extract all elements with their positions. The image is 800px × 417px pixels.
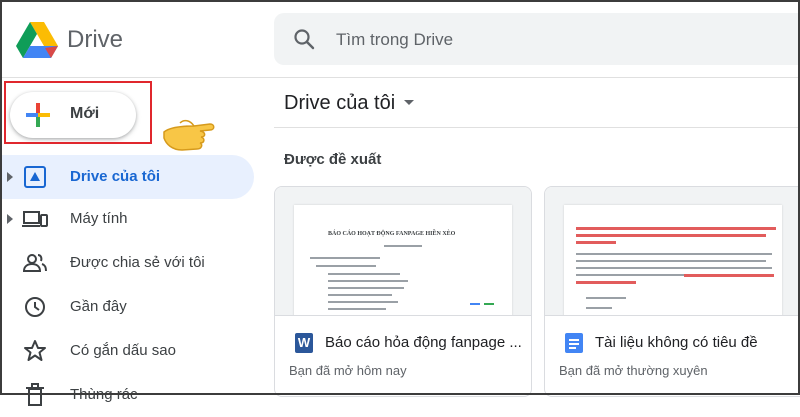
pointing-hand-icon <box>163 119 215 151</box>
preview-title: BÁO CÁO HOẠT ĐỘNG FANPAGE HIỀN XÈO <box>328 231 456 237</box>
sidebar-item-computers[interactable]: Máy tính <box>0 197 256 241</box>
document-preview <box>564 205 782 315</box>
sidebar-item-recent[interactable]: Gần đây <box>0 285 256 329</box>
suggested-section-label: Được đề xuất <box>284 151 382 168</box>
sidebar-item-label: Máy tính <box>70 210 128 227</box>
annotation-highlight-box <box>4 81 152 144</box>
my-drive-icon <box>24 166 46 188</box>
expand-arrow-icon[interactable] <box>7 214 13 224</box>
file-activity: Bạn đã mở thường xuyên <box>559 363 708 378</box>
google-docs-icon <box>565 333 583 353</box>
search-icon[interactable] <box>292 27 316 51</box>
file-thumbnail <box>545 187 800 316</box>
sidebar-item-label: Có gắn dấu sao <box>70 342 176 359</box>
star-icon <box>24 340 46 361</box>
file-card[interactable]: Tài liệu không có tiêu đề Bạn đã mở thườ… <box>544 186 800 397</box>
sidebar-item-label: Gần đây <box>70 298 127 315</box>
search-input[interactable] <box>334 27 758 53</box>
divider <box>274 127 800 128</box>
search-bar[interactable] <box>274 13 800 65</box>
sidebar-item-my-drive[interactable]: Drive của tôi <box>0 155 254 199</box>
file-thumbnail: BÁO CÁO HOẠT ĐỘNG FANPAGE HIỀN XÈO <box>275 187 531 316</box>
sidebar-item-label: Được chia sẻ với tôi <box>70 254 205 271</box>
document-preview: BÁO CÁO HOẠT ĐỘNG FANPAGE HIỀN XÈO <box>294 205 512 315</box>
file-card[interactable]: BÁO CÁO HOẠT ĐỘNG FANPAGE HIỀN XÈO W Báo… <box>274 186 532 397</box>
file-name: Báo cáo hỏa động fanpage ... <box>325 334 522 351</box>
top-bar: Drive <box>0 0 800 78</box>
sidebar-item-trash[interactable]: Thùng rác <box>0 373 256 417</box>
expand-arrow-icon[interactable] <box>7 172 13 182</box>
sidebar-item-label: Drive của tôi <box>70 168 161 185</box>
page-title[interactable]: Drive của tôi <box>284 92 395 115</box>
computer-icon <box>22 211 48 227</box>
clock-icon <box>25 297 45 317</box>
chevron-down-icon[interactable] <box>404 100 414 105</box>
sidebar-item-shared[interactable]: Được chia sẻ với tôi <box>0 241 256 285</box>
trash-icon <box>26 383 44 406</box>
app-title[interactable]: Drive <box>67 26 123 54</box>
word-file-icon: W <box>295 333 313 353</box>
sidebar-item-starred[interactable]: Có gắn dấu sao <box>0 329 256 373</box>
file-name: Tài liệu không có tiêu đề <box>595 334 758 351</box>
drive-logo-icon[interactable] <box>16 20 58 58</box>
shared-people-icon <box>22 254 47 272</box>
file-activity: Bạn đã mở hôm nay <box>289 363 407 378</box>
